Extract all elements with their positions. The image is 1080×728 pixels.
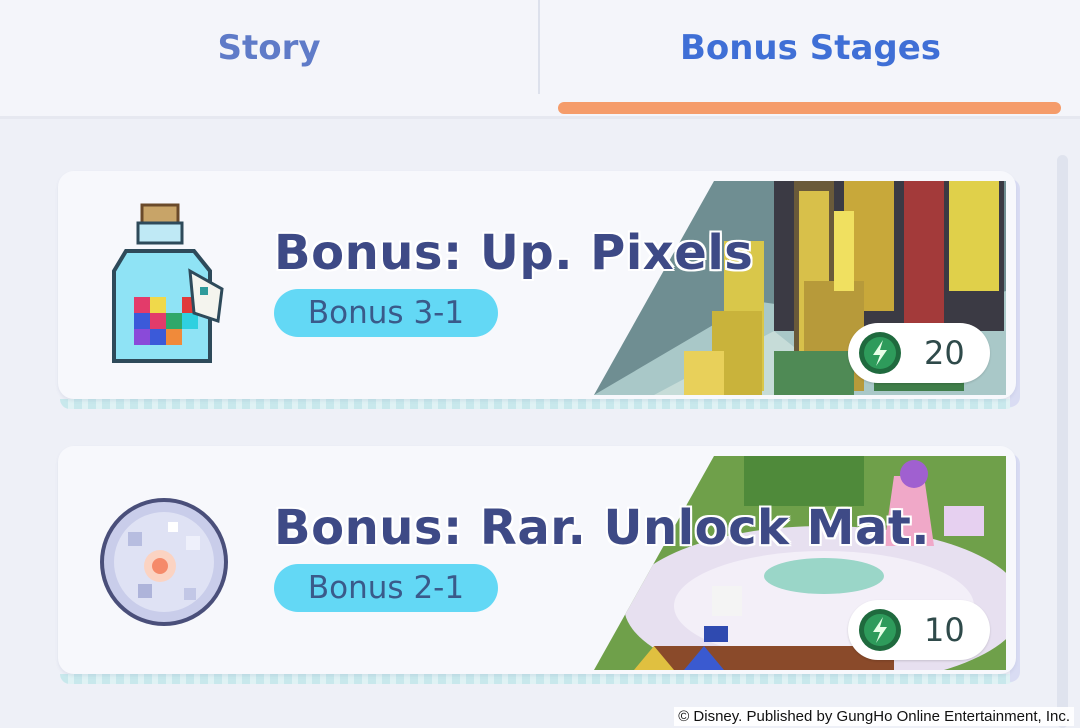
stage-title: Bonus: Up. Pixels xyxy=(274,225,754,281)
energy-icon xyxy=(859,332,901,374)
stage-card-bonus-3-1[interactable]: Bonus: Up. Pixels Bonus 3-1 20 xyxy=(58,171,1020,409)
tab-story-label: Story xyxy=(217,28,321,68)
tab-bonus-stages[interactable]: Bonus Stages xyxy=(541,0,1080,96)
active-tab-indicator xyxy=(558,102,1061,114)
tab-bonus-stages-label: Bonus Stages xyxy=(679,28,942,68)
stage-title: Bonus: Rar. Unlock Mat. xyxy=(274,500,931,556)
copyright-footer: © Disney. Published by GungHo Online Ent… xyxy=(674,707,1074,726)
card-edge xyxy=(60,674,1016,684)
tab-story[interactable]: Story xyxy=(0,0,538,96)
scrollbar[interactable] xyxy=(1057,155,1068,728)
stage-card-bonus-2-1[interactable]: Bonus: Rar. Unlock Mat. Bonus 2-1 10 xyxy=(58,446,1020,684)
card-body: Bonus: Up. Pixels Bonus 3-1 20 xyxy=(58,171,1016,399)
stage-badge: Bonus 3-1 xyxy=(274,289,498,337)
energy-cost: 20 xyxy=(848,323,990,383)
energy-icon xyxy=(859,609,901,651)
energy-cost: 10 xyxy=(848,600,990,660)
energy-cost-value: 10 xyxy=(924,611,965,649)
tab-bar: Story Bonus Stages xyxy=(0,0,1080,119)
stage-badge: Bonus 2-1 xyxy=(274,564,498,612)
pixel-bottle-icon xyxy=(112,203,224,363)
tab-divider xyxy=(538,0,540,94)
card-edge xyxy=(60,399,1016,409)
energy-cost-value: 20 xyxy=(924,334,965,372)
card-body: Bonus: Rar. Unlock Mat. Bonus 2-1 10 xyxy=(58,446,1016,674)
crystal-orb-icon xyxy=(100,498,228,626)
